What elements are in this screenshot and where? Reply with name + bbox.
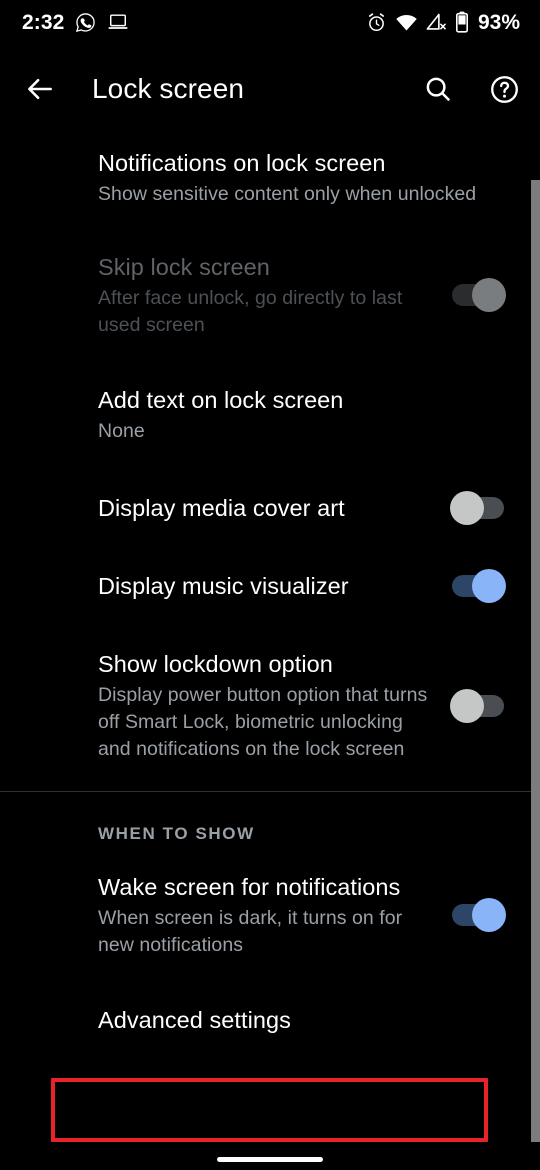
toggle-thumb: [472, 278, 506, 313]
toggle-thumb: [472, 568, 506, 603]
whatsapp-icon: [75, 12, 96, 33]
search-button[interactable]: [410, 61, 466, 117]
toggle-switch-display-media-cover-art[interactable]: [450, 490, 504, 525]
list-item[interactable]: Display media cover art: [0, 469, 540, 547]
toggle-switch-display-music-visualizer[interactable]: [452, 568, 506, 603]
list-item-title: Show lockdown option: [98, 651, 333, 678]
list-item-title: Add text on lock screen: [98, 386, 344, 413]
list-item-advanced-settings[interactable]: Advanced settings: [0, 983, 540, 1057]
list-item-title: Skip lock screen: [98, 253, 270, 280]
list-item-title: Notifications on lock screen: [98, 150, 386, 176]
back-arrow-icon: [28, 78, 52, 100]
list-item-texts: Display music visualizer: [98, 571, 452, 601]
toggle-switch-skip-lock-screen[interactable]: [452, 278, 506, 313]
list-item-texts: Show lockdown option Display power butto…: [98, 649, 452, 763]
section-header-when-to-show: WHEN TO SHOW: [98, 823, 255, 843]
highlight-annotation-box: [51, 1078, 488, 1142]
list-item-title: Display music visualizer: [98, 572, 349, 599]
back-button[interactable]: [12, 61, 68, 117]
help-icon: [490, 75, 518, 103]
list-item[interactable]: Add text on lock screen None: [0, 363, 540, 469]
toggle-switch-show-lockdown-option[interactable]: [450, 688, 504, 723]
status-bar: 2:32 93%: [0, 0, 540, 44]
toggle-thumb: [472, 898, 506, 933]
battery-icon: [455, 11, 469, 33]
list-item[interactable]: Notifications on lock screen Show sensit…: [0, 130, 540, 230]
toggle-switch-wake-screen-for-notifications[interactable]: [452, 898, 506, 933]
list-item-summary: None: [98, 419, 145, 442]
list-item-summary: Display power button option that turns o…: [98, 684, 428, 760]
vertical-scrollbar[interactable]: [531, 180, 540, 1142]
wifi-icon: [395, 13, 418, 32]
app-bar: Lock screen: [0, 52, 540, 126]
status-bar-right: 93%: [366, 11, 520, 33]
laptop-icon: [107, 12, 129, 32]
list-item-title: Advanced settings: [98, 1006, 291, 1033]
list-item-summary: When screen is dark, it turns on for new…: [98, 906, 403, 956]
list-item[interactable]: Wake screen for notifications When scree…: [0, 854, 540, 983]
home-gesture-bar[interactable]: [217, 1157, 323, 1162]
mobile-data-off-icon: [426, 13, 447, 32]
list-item-texts: Add text on lock screen None: [98, 385, 510, 445]
status-bar-left: 2:32: [22, 12, 129, 33]
list-item-title: Display media cover art: [98, 494, 345, 521]
list-item-texts: Wake screen for notifications When scree…: [98, 872, 452, 959]
toggle-thumb: [450, 688, 484, 723]
settings-list: Notifications on lock screen Show sensit…: [0, 130, 540, 1057]
list-item-summary: Show sensitive content only when unlocke…: [98, 183, 477, 206]
list-item[interactable]: Show lockdown option Display power butto…: [0, 625, 540, 791]
search-icon: [426, 77, 450, 101]
list-item-texts: Display media cover art: [98, 493, 452, 523]
list-item-title: Wake screen for notifications: [98, 873, 401, 900]
battery-percent-label: 93%: [477, 10, 520, 34]
list-item-summary: After face unlock, go directly to last u…: [98, 287, 403, 336]
alarm-icon: [366, 12, 387, 33]
list-item-texts: Skip lock screen After face unlock, go d…: [98, 252, 452, 339]
status-clock: 2:32: [22, 10, 65, 34]
list-item-texts: Notifications on lock screen Show sensit…: [98, 148, 510, 208]
list-item[interactable]: Skip lock screen After face unlock, go d…: [0, 230, 540, 363]
list-item-texts: Advanced settings: [98, 1005, 510, 1035]
help-button[interactable]: [476, 61, 532, 117]
toggle-thumb: [450, 490, 484, 525]
list-item[interactable]: Display music visualizer: [0, 547, 540, 625]
page-title: Lock screen: [92, 73, 245, 104]
